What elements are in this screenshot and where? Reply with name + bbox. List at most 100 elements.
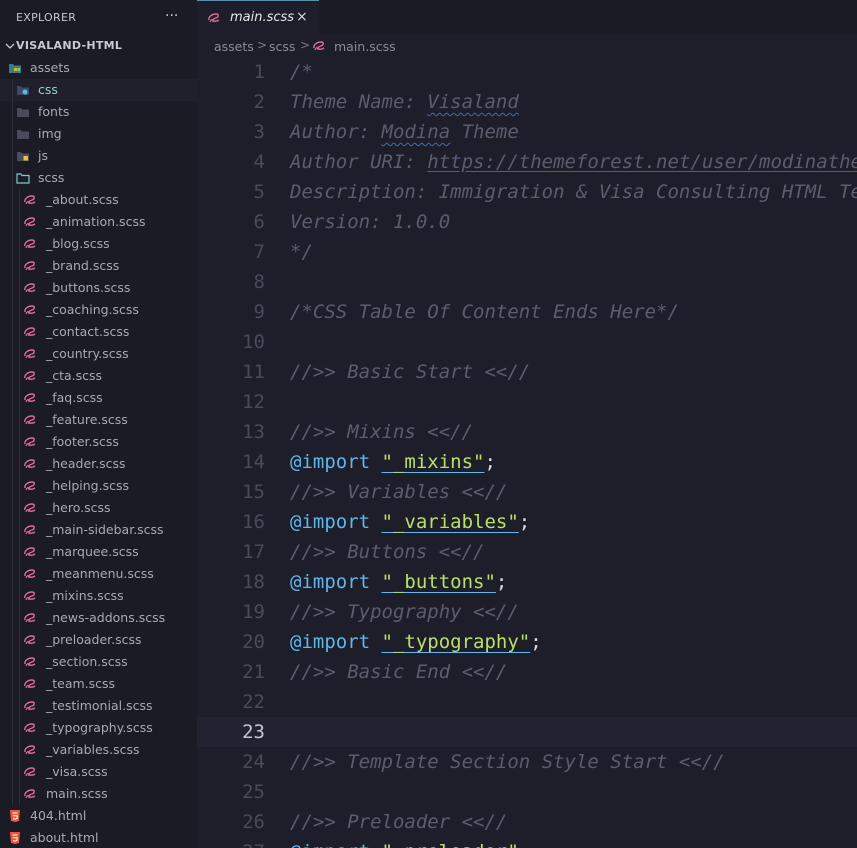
breadcrumb-assets[interactable]: assets bbox=[214, 39, 254, 54]
file-contact-scss[interactable]: _contact.scss bbox=[0, 321, 197, 343]
folder-assets[interactable]: assets bbox=[0, 57, 197, 79]
sass-icon bbox=[24, 679, 36, 689]
code-line[interactable]: 18 @import "_buttons"; bbox=[197, 567, 857, 597]
indent-guide bbox=[12, 717, 13, 739]
project-root[interactable]: VISALAND-HTML bbox=[0, 35, 197, 57]
folder-css[interactable]: css bbox=[0, 79, 197, 101]
code-text: //>> Mixins <<// bbox=[290, 421, 474, 443]
code-line[interactable]: 19 //>> Typography <<// bbox=[197, 597, 857, 627]
line-number: 1 bbox=[253, 61, 265, 83]
code-text: @import "_buttons"; bbox=[290, 571, 507, 593]
code-text: //>> Variables <<// bbox=[290, 481, 508, 503]
line-number: 5 bbox=[253, 181, 265, 203]
file-hero-scss[interactable]: _hero.scss bbox=[0, 497, 197, 519]
close-icon[interactable]: × bbox=[296, 9, 308, 25]
file-section-scss[interactable]: _section.scss bbox=[0, 651, 197, 673]
file-main-sidebar-scss[interactable]: _main-sidebar.scss bbox=[0, 519, 197, 541]
code-line[interactable]: 4 Author URI: https://themeforest.net/use… bbox=[197, 147, 857, 177]
breadcrumb-scss[interactable]: scss bbox=[269, 39, 295, 54]
code-line[interactable]: 5 Description: Immigration & Visa Consult… bbox=[197, 177, 857, 207]
file-main-scss[interactable]: main.scss bbox=[0, 783, 197, 805]
file-visa-scss[interactable]: _visa.scss bbox=[0, 761, 197, 783]
sass-icon bbox=[24, 701, 36, 711]
code-line[interactable]: 7 */ bbox=[197, 237, 857, 267]
indent-guide bbox=[12, 761, 13, 783]
code-line[interactable]: 16 @import "_variables"; bbox=[197, 507, 857, 537]
code-text: /*CSS Table Of Content Ends Here*/ bbox=[290, 301, 679, 323]
import-keyword: @import bbox=[290, 511, 382, 533]
folder-assets-icon bbox=[9, 64, 21, 73]
line-number: 3 bbox=[253, 121, 265, 143]
file-marquee-scss[interactable]: _marquee.scss bbox=[0, 541, 197, 563]
file-404-html[interactable]: 404.html bbox=[0, 805, 197, 827]
file-news-addons-scss[interactable]: _news-addons.scss bbox=[0, 607, 197, 629]
file-team-scss[interactable]: _team.scss bbox=[0, 673, 197, 695]
line-number: 21 bbox=[242, 661, 265, 683]
code-line[interactable]: 1 /* bbox=[197, 57, 857, 87]
file-footer-scss[interactable]: _footer.scss bbox=[0, 431, 197, 453]
code-line[interactable]: 24 //>> Template Section Style Start <<// bbox=[197, 747, 857, 777]
code-line[interactable]: 8 bbox=[197, 267, 857, 297]
code-line[interactable]: 26 //>> Preloader <<// bbox=[197, 807, 857, 837]
file-cta-scss[interactable]: _cta.scss bbox=[0, 365, 197, 387]
line-number: 9 bbox=[253, 301, 265, 323]
file-header-scss[interactable]: _header.scss bbox=[0, 453, 197, 475]
code-line[interactable]: 11 //>> Basic Start <<// bbox=[197, 357, 857, 387]
folder-scss[interactable]: scss bbox=[0, 167, 197, 189]
file-typography-scss[interactable]: _typography.scss bbox=[0, 717, 197, 739]
sass-icon bbox=[24, 305, 36, 315]
more-actions-icon[interactable]: ··· bbox=[165, 8, 178, 24]
file-variables-scss[interactable]: _variables.scss bbox=[0, 739, 197, 761]
code-line[interactable]: 21 //>> Basic End <<// bbox=[197, 657, 857, 687]
file-feature-scss[interactable]: _feature.scss bbox=[0, 409, 197, 431]
line-number: 24 bbox=[242, 751, 265, 773]
code-line[interactable]: 14 @import "_mixins"; bbox=[197, 447, 857, 477]
tab-main-scss[interactable]: main.scss × bbox=[197, 0, 319, 36]
code-line[interactable]: 22 bbox=[197, 687, 857, 717]
folder-icon bbox=[17, 130, 29, 139]
sass-icon bbox=[24, 789, 36, 799]
explorer-sidebar: EXPLORER ··· VISALAND-HTML assets css fonts… bbox=[0, 0, 197, 848]
code-line[interactable]: 20 @import "_typography"; bbox=[197, 627, 857, 657]
code-editor[interactable]: 1 /* 2 Theme Name: Visaland 3 Author: Modina … bbox=[197, 57, 857, 848]
file-brand-scss[interactable]: _brand.scss bbox=[0, 255, 197, 277]
folder-js[interactable]: js bbox=[0, 145, 197, 167]
code-line[interactable]: 9 /*CSS Table Of Content Ends Here*/ bbox=[197, 297, 857, 327]
file-label: _header.scss bbox=[46, 456, 126, 471]
file-animation-scss[interactable]: _animation.scss bbox=[0, 211, 197, 233]
folder-open-icon bbox=[16, 173, 30, 184]
code-line[interactable]: 17 //>> Buttons <<// bbox=[197, 537, 857, 567]
file-preloader-scss[interactable]: _preloader.scss bbox=[0, 629, 197, 651]
file-coaching-scss[interactable]: _coaching.scss bbox=[0, 299, 197, 321]
folder-img[interactable]: img bbox=[0, 123, 197, 145]
file-label: _main-sidebar.scss bbox=[46, 522, 164, 537]
explorer-title: EXPLORER bbox=[16, 11, 77, 24]
file-blog-scss[interactable]: _blog.scss bbox=[0, 233, 197, 255]
code-line[interactable]: 13 //>> Mixins <<// bbox=[197, 417, 857, 447]
code-line[interactable]: 2 Theme Name: Visaland bbox=[197, 87, 857, 117]
file-helping-scss[interactable]: _helping.scss bbox=[0, 475, 197, 497]
import-path: "_typography" bbox=[381, 631, 531, 653]
code-line[interactable]: 10 bbox=[197, 327, 857, 357]
file-label: _feature.scss bbox=[46, 412, 128, 427]
code-text: @import "_mixins"; bbox=[290, 451, 496, 473]
file-faq-scss[interactable]: _faq.scss bbox=[0, 387, 197, 409]
file-mixins-scss[interactable]: _mixins.scss bbox=[0, 585, 197, 607]
code-line[interactable]: 27 @import "_preloader"; bbox=[197, 837, 857, 848]
file-buttons-scss[interactable]: _buttons.scss bbox=[0, 277, 197, 299]
code-line[interactable]: 12 bbox=[197, 387, 857, 417]
sass-icon bbox=[24, 525, 36, 535]
code-line[interactable]: 23 bbox=[197, 717, 857, 747]
code-line[interactable]: 3 Author: Modina Theme bbox=[197, 117, 857, 147]
file-about-html[interactable]: about.html bbox=[0, 827, 197, 848]
code-line[interactable]: 15 //>> Variables <<// bbox=[197, 477, 857, 507]
breadcrumb-main-scss[interactable]: main.scss bbox=[334, 39, 396, 54]
folder-fonts[interactable]: fonts bbox=[0, 101, 197, 123]
file-country-scss[interactable]: _country.scss bbox=[0, 343, 197, 365]
line-number: 13 bbox=[242, 421, 265, 443]
code-line[interactable]: 6 Version: 1.0.0 bbox=[197, 207, 857, 237]
file-meanmenu-scss[interactable]: _meanmenu.scss bbox=[0, 563, 197, 585]
code-line[interactable]: 25 bbox=[197, 777, 857, 807]
file-about-scss[interactable]: _about.scss bbox=[0, 189, 197, 211]
file-testimonial-scss[interactable]: _testimonial.scss bbox=[0, 695, 197, 717]
